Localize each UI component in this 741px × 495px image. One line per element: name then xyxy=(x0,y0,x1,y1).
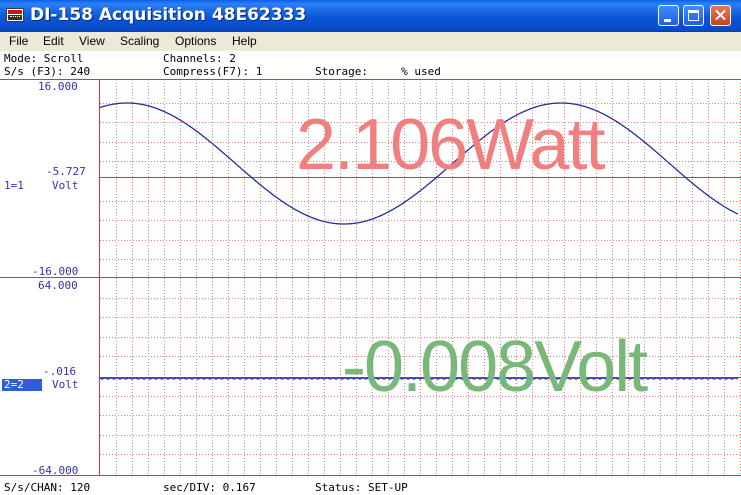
ch2-readout: -0.008Volt xyxy=(342,327,648,407)
close-icon xyxy=(711,6,730,25)
mode-text: Mode: Scroll xyxy=(4,52,84,65)
ch2-scale-mid: -.016 xyxy=(43,365,77,378)
menu-edit[interactable]: Edit xyxy=(43,34,64,48)
storage-text: Storage: % used xyxy=(315,65,441,78)
window-title: DI-158 Acquisition 48E62333 xyxy=(30,5,307,25)
menu-bar: File Edit View Scaling Options Help xyxy=(0,32,741,51)
menu-scaling[interactable]: Scaling xyxy=(120,34,159,48)
ch1-scale-top: 16.000 xyxy=(38,80,78,93)
ch1-unit-label: Volt xyxy=(52,179,79,192)
channels-text: Channels: 2 xyxy=(163,52,236,65)
maximize-button[interactable] xyxy=(683,5,704,26)
ch1-scale-bottom: -16.000 xyxy=(32,265,79,278)
close-button[interactable] xyxy=(710,5,731,26)
minimize-button[interactable] xyxy=(658,5,679,26)
menu-options[interactable]: Options xyxy=(175,34,216,48)
ch1-channel-number[interactable]: 1=1 xyxy=(4,180,24,192)
ch1-scale-mid: -5.727 xyxy=(46,165,86,178)
instrument-icon[interactable] xyxy=(6,8,24,22)
ch2-channel-number[interactable]: 2=2 xyxy=(2,379,42,391)
ch2-scale-top: 64.000 xyxy=(38,279,78,292)
maximize-icon xyxy=(688,10,699,21)
sample-rate-text: S/s (F3): 240 xyxy=(4,65,91,78)
ch1-readout: 2.106Watt xyxy=(296,105,606,185)
ch2-unit-label: Volt xyxy=(52,378,79,391)
menu-view[interactable]: View xyxy=(79,34,105,48)
title-bar[interactable]: DI-158 Acquisition 48E62333 xyxy=(0,0,741,32)
ch2-scale-bottom: -64.000 xyxy=(32,464,79,477)
plot-area[interactable]: 16.000 -5.727 1=1 Volt -16.000 64.000 -.… xyxy=(0,79,741,480)
samples-per-channel-text: S/s/CHAN: 120 xyxy=(4,481,91,494)
status-text: Status: SET-UP xyxy=(315,481,408,494)
sec-per-div-text: sec/DIV: 0.167 xyxy=(163,481,256,494)
info-header: Mode: Scroll Channels: 2 S/s (F3): 240 C… xyxy=(0,51,741,79)
menu-file[interactable]: File xyxy=(9,34,28,48)
minimize-icon xyxy=(664,19,671,22)
status-bar: S/s/CHAN: 120 sec/DIV: 0.167 Status: SET… xyxy=(0,480,741,495)
menu-help[interactable]: Help xyxy=(232,34,257,48)
compress-text: Compress(F7): 1 xyxy=(163,65,263,78)
